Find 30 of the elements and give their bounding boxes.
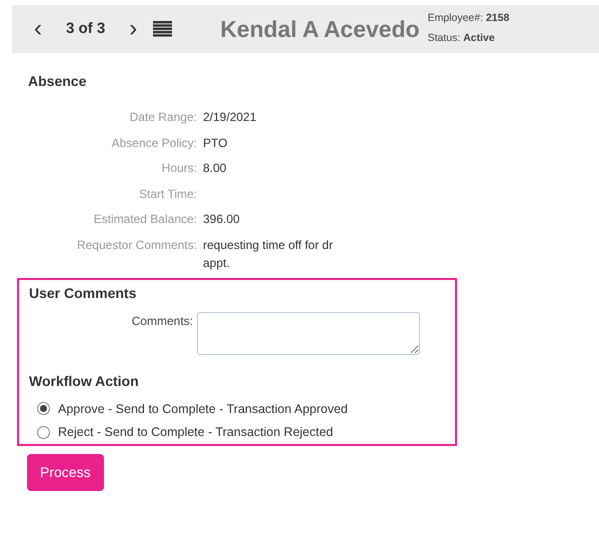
field-value: 2/19/2021	[203, 109, 258, 126]
field-label: Estimated Balance:	[92, 211, 197, 228]
option-label: Reject - Send to Complete - Transaction Rejected	[58, 424, 334, 442]
field-value: requesting time off for dr appt.	[203, 236, 334, 272]
field-label: Requestor Comments:	[76, 236, 197, 254]
next-button[interactable]: ›	[129, 17, 138, 41]
status-value: Active	[463, 32, 495, 44]
radio-button[interactable]	[37, 426, 50, 440]
section-title: User Comments	[29, 284, 138, 302]
radio-button[interactable]	[37, 402, 50, 416]
field-value: 396.00	[203, 211, 241, 228]
comments-field[interactable]	[197, 312, 420, 354]
field-label: Hours:	[160, 160, 197, 177]
option-label: Approve - Send to Complete - Transaction Approved	[58, 400, 348, 418]
field-value: 8.00	[203, 160, 228, 177]
field-label: Start Time:	[138, 186, 197, 202]
field-value: PTO	[203, 134, 228, 152]
field-label: Date Range:	[128, 109, 197, 126]
employee-number-label: Employee#:	[428, 12, 484, 24]
section-title: Workflow Action	[29, 372, 140, 390]
employee-number: 2158	[486, 12, 510, 24]
field-label: Absence Policy:	[110, 134, 197, 152]
record-position: 3 of 3	[66, 18, 106, 39]
process-button[interactable]: Process	[27, 454, 104, 491]
previous-button[interactable]: ‹	[34, 17, 42, 41]
employee-name: Kendal A Acevedo	[220, 14, 420, 44]
section-title: Absence	[28, 72, 88, 91]
status-label: Status:	[428, 32, 460, 44]
field-label: Comments:	[130, 312, 193, 330]
list-icon[interactable]	[153, 21, 172, 37]
